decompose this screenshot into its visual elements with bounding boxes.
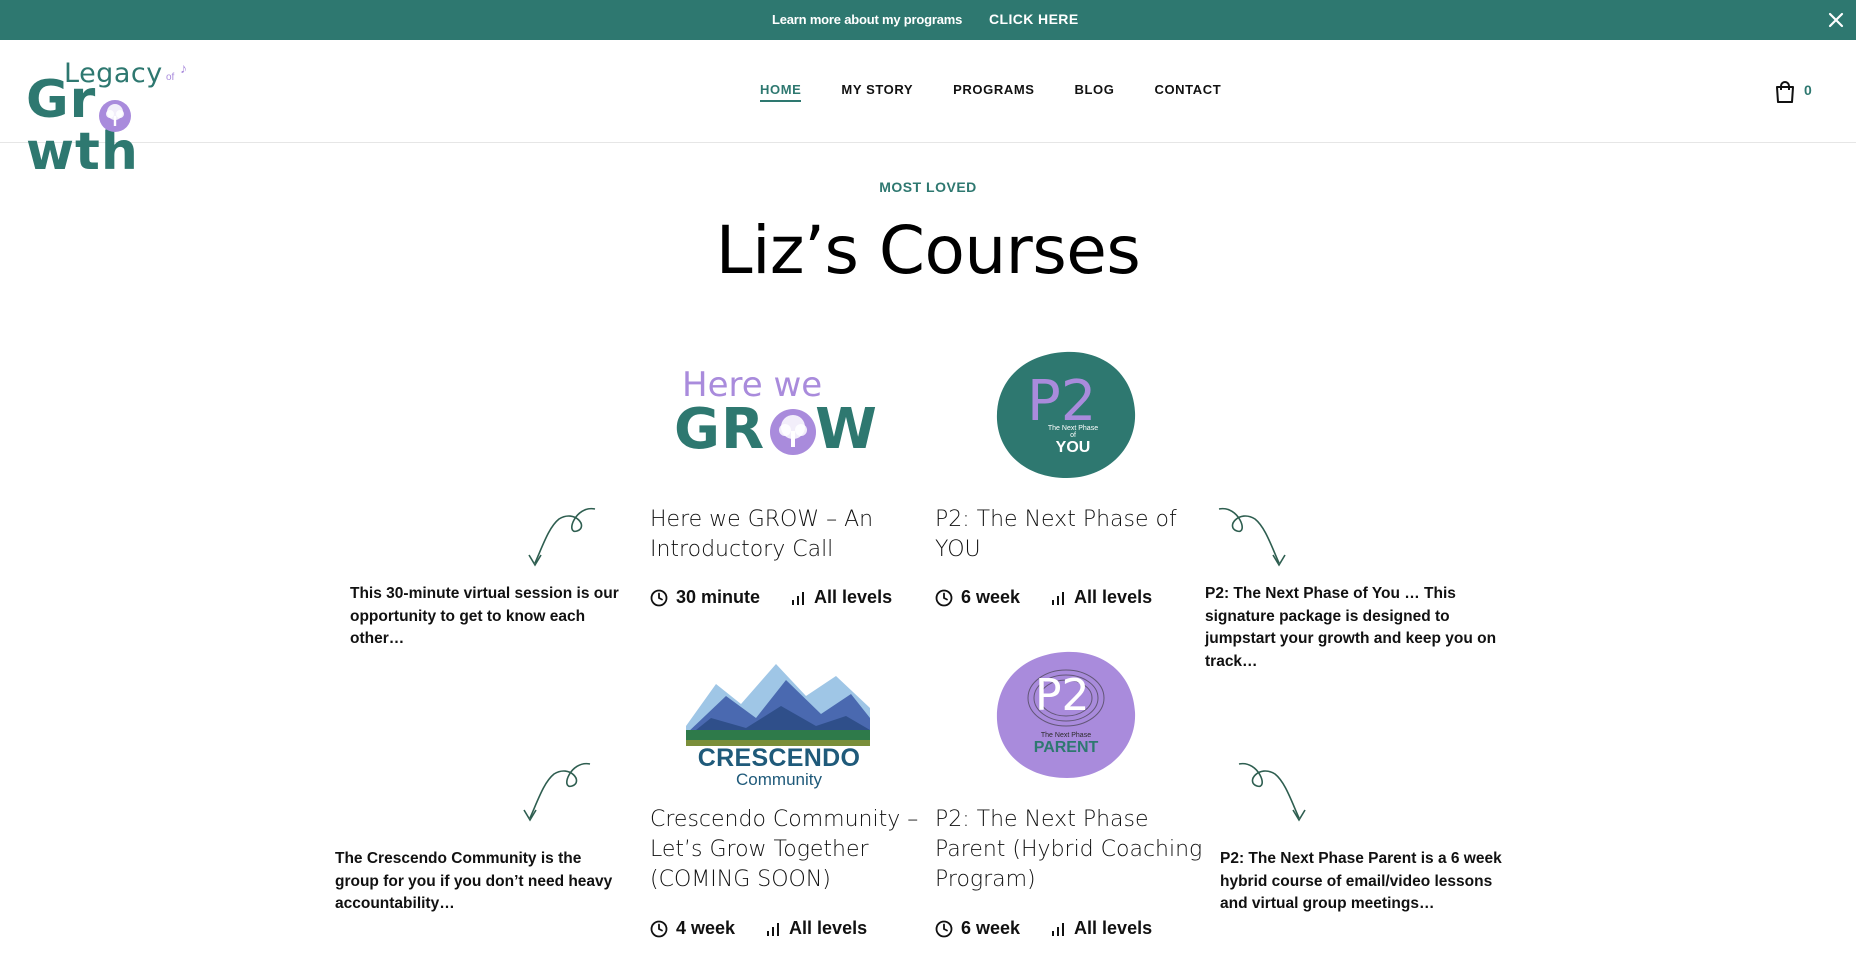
- tree-icon: [770, 409, 816, 455]
- tree-icon: [99, 100, 131, 132]
- main-nav: HOME MY STORY PROGRAMS BLOG CONTACT: [760, 82, 1221, 102]
- level-bars-icon: [1052, 591, 1065, 605]
- course-level: All levels: [1074, 587, 1153, 607]
- course-description: P2: The Next Phase Parent is a 6 week hy…: [1220, 850, 1502, 912]
- clock-icon: [935, 920, 953, 937]
- course-thumbnail-p2-parent[interactable]: P2 The Next Phase PARENT: [935, 650, 1195, 810]
- course-duration: 4 week: [676, 918, 736, 938]
- course-thumbnail-crescendo[interactable]: CRESCENDO Community: [650, 650, 910, 810]
- level-bars-icon: [792, 591, 805, 605]
- course-title[interactable]: P2: The Next Phase Parent (Hybrid Coachi…: [935, 805, 1205, 895]
- course-duration: 6 week: [961, 587, 1021, 607]
- course-duration: 6 week: [961, 918, 1021, 938]
- mountains-image: [686, 656, 870, 746]
- page-title: Liz’s Courses: [715, 212, 1141, 289]
- close-icon[interactable]: [1825, 9, 1847, 31]
- course-description: The Crescendo Community is the group for…: [335, 850, 613, 912]
- course-description: This 30-minute virtual session is our op…: [350, 585, 619, 647]
- cart-count[interactable]: 0: [1804, 82, 1812, 98]
- course-description: P2: The Next Phase of You … This signatu…: [1205, 585, 1497, 670]
- course-level: All levels: [1074, 918, 1153, 938]
- clock-icon: [650, 920, 668, 937]
- site-logo[interactable]: Legacy of ♪ Gr wth: [26, 58, 226, 178]
- curly-arrow-icon: [528, 508, 596, 567]
- course-title[interactable]: Crescendo Community – Let’s Grow Togethe…: [650, 805, 920, 895]
- level-bars-icon: [1052, 922, 1065, 936]
- course-meta: 4 week All levels: [650, 918, 867, 939]
- nav-contact[interactable]: CONTACT: [1154, 82, 1221, 102]
- curly-arrow-icon: [523, 763, 591, 822]
- curly-arrow-icon: [1218, 508, 1286, 567]
- course-meta: 6 week All levels: [935, 918, 1152, 939]
- course-level: All levels: [789, 918, 868, 938]
- announcement-message: Learn more about my programs: [772, 12, 963, 27]
- level-bars-icon: [767, 922, 780, 936]
- curly-arrow-icon: [1238, 763, 1306, 822]
- course-duration: 30 minute: [676, 587, 761, 607]
- course-thumbnail-here-we-grow[interactable]: Here we GR W: [650, 345, 910, 505]
- nav-home[interactable]: HOME: [760, 82, 802, 102]
- clock-icon: [935, 589, 953, 606]
- nav-blog[interactable]: BLOG: [1075, 82, 1115, 102]
- shopping-bag-icon[interactable]: [1771, 78, 1799, 106]
- section-eyebrow: MOST LOVED: [879, 179, 977, 195]
- site-header: Legacy of ♪ Gr wth HOME MY STORY PROGRAM…: [0, 40, 1856, 178]
- course-level: All levels: [814, 587, 893, 607]
- nav-programs[interactable]: PROGRAMS: [953, 82, 1034, 102]
- course-title[interactable]: P2: The Next Phase of YOU: [935, 505, 1205, 565]
- announcement-bar: Learn more about my programs CLICK HERE: [0, 0, 1856, 40]
- course-meta: 30 minute All levels: [650, 587, 892, 608]
- announcement-cta-link[interactable]: CLICK HERE: [989, 11, 1079, 27]
- course-thumbnail-p2-you[interactable]: P2 The Next Phase of YOU: [935, 345, 1195, 505]
- nav-my-story[interactable]: MY STORY: [841, 82, 913, 102]
- clock-icon: [650, 589, 668, 606]
- course-title[interactable]: Here we GROW – An Introductory Call: [650, 505, 920, 565]
- course-meta: 6 week All levels: [935, 587, 1152, 608]
